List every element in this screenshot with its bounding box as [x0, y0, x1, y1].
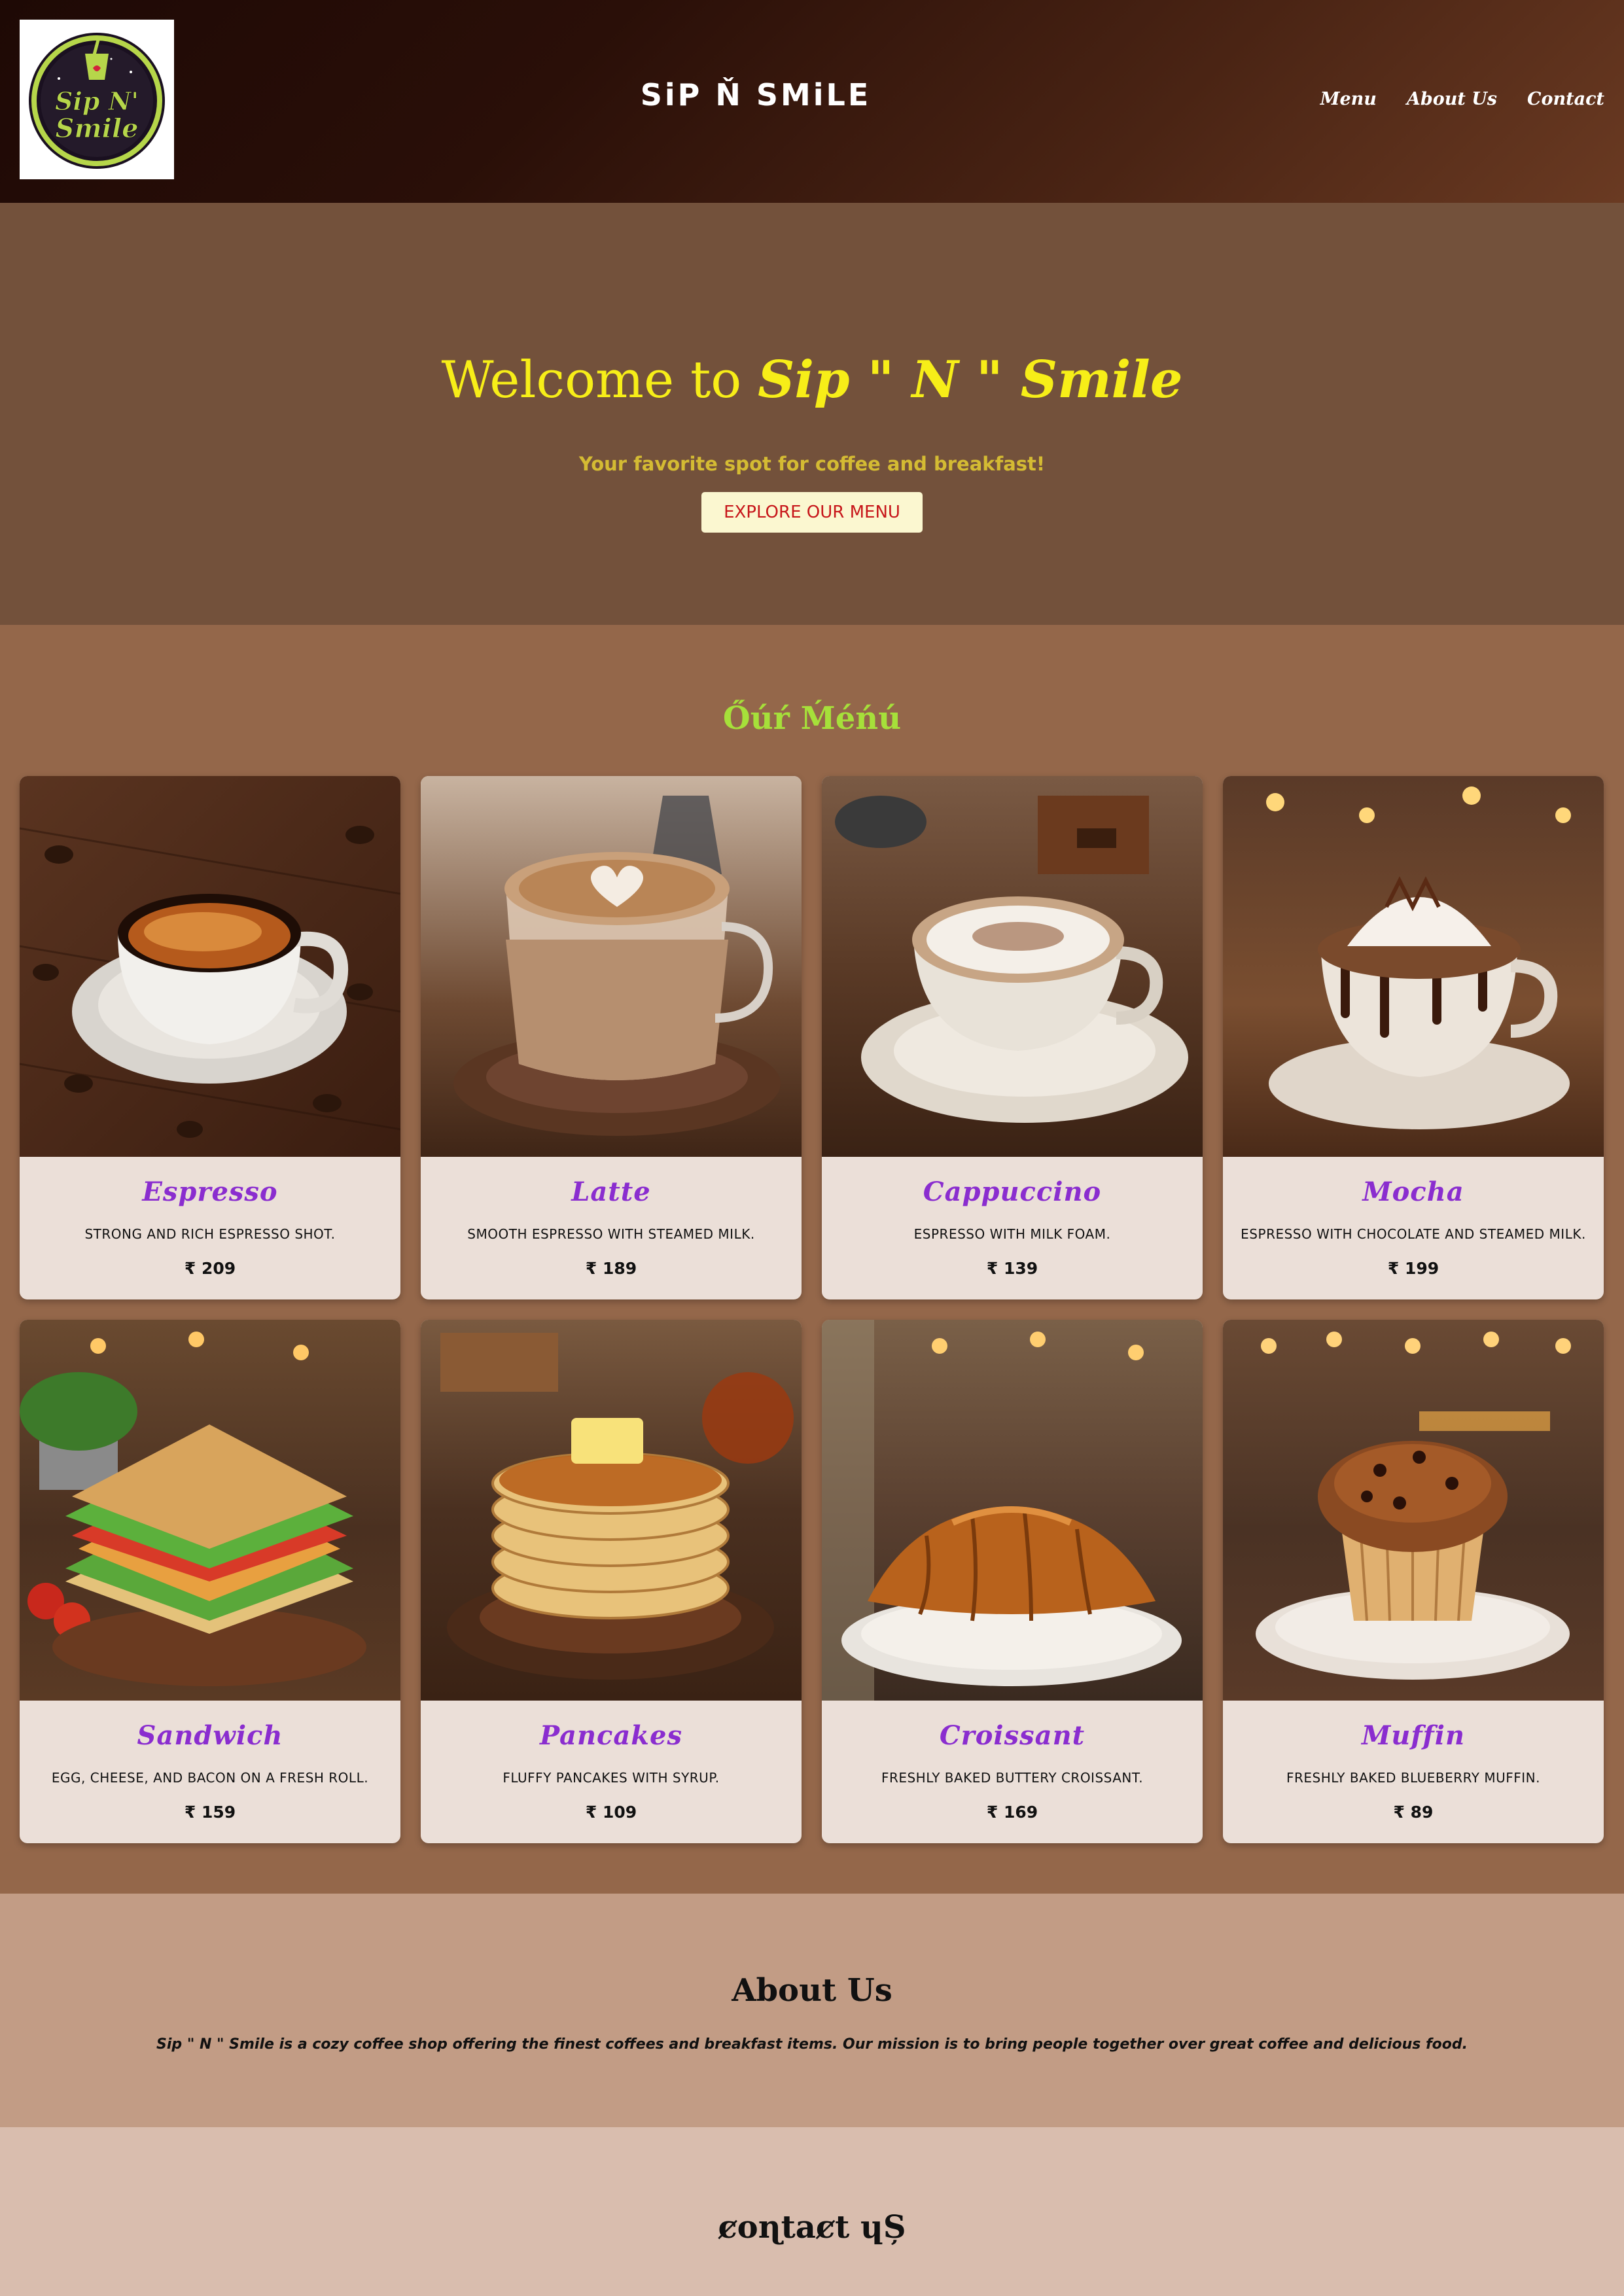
- item-description: Egg, cheese, and bacon on a fresh roll.: [51, 1770, 369, 1786]
- latte-photo: [421, 776, 802, 1157]
- menu-card-croissant[interactable]: Croissant Freshly baked buttery croissan…: [822, 1320, 1203, 1843]
- item-price: ₹ 139: [986, 1259, 1038, 1278]
- nav-contact-link[interactable]: Contact: [1527, 89, 1604, 109]
- menu-card-mocha[interactable]: Mocha Espresso with chocolate and steame…: [1223, 776, 1604, 1299]
- hero-title-brand: Sip " N " Smile: [758, 350, 1183, 410]
- main-nav: Menu About Us Contact: [1320, 89, 1604, 109]
- hero-title-prefix: Welcome to: [441, 351, 758, 410]
- item-price: ₹ 159: [184, 1803, 236, 1822]
- item-name: Muffin: [1361, 1720, 1466, 1751]
- hero-title: Welcome to Sip " N " Smile: [0, 350, 1624, 410]
- contact-heading: ȼoɳtaȼt ɥȘ: [718, 2209, 906, 2246]
- item-name: Espresso: [142, 1176, 278, 1207]
- item-price: ₹ 89: [1393, 1803, 1434, 1822]
- item-description: Espresso with chocolate and steamed milk…: [1241, 1226, 1586, 1242]
- menu-card-latte[interactable]: Latte Smooth espresso with steamed milk.…: [421, 776, 802, 1299]
- about-text: Sip " N " Smile is a cozy coffee shop of…: [156, 2036, 1468, 2053]
- item-description: Freshly baked blueberry muffin.: [1286, 1770, 1540, 1786]
- menu-card-cappuccino[interactable]: Cappuccino Espresso with milk foam. ₹ 13…: [822, 776, 1203, 1299]
- item-description: Smooth espresso with steamed milk.: [467, 1226, 755, 1242]
- item-price: ₹ 189: [585, 1259, 637, 1278]
- about-section: About Us Sip " N " Smile is a cozy coffe…: [0, 1894, 1624, 2127]
- nav-about-link[interactable]: About Us: [1407, 89, 1497, 109]
- menu-grid: Espresso Strong and rich espresso shot. …: [20, 776, 1604, 1843]
- menu-card-muffin[interactable]: Muffin Freshly baked blueberry muffin. ₹…: [1223, 1320, 1604, 1843]
- menu-card-pancakes[interactable]: Pancakes Fluffy pancakes with syrup. ₹ 1…: [421, 1320, 802, 1843]
- sandwich-photo: [20, 1320, 400, 1701]
- pancakes-photo: [421, 1320, 802, 1701]
- item-name: Cappuccino: [923, 1176, 1102, 1207]
- nav-menu-link[interactable]: Menu: [1320, 89, 1377, 109]
- menu-card-espresso[interactable]: Espresso Strong and rich espresso shot. …: [20, 776, 400, 1299]
- item-description: Freshly baked buttery croissant.: [881, 1770, 1144, 1786]
- menu-section: Őúŕ Ḿéńú Espresso Strong and rich espres…: [0, 625, 1624, 1894]
- menu-heading: Őúŕ Ḿéńú: [722, 700, 902, 737]
- item-name: Mocha: [1362, 1176, 1464, 1207]
- item-name: Sandwich: [137, 1720, 283, 1751]
- hero-tagline: Your favorite spot for coffee and breakf…: [578, 453, 1046, 475]
- brand-name: SiP Ň SMiLE: [640, 77, 872, 113]
- hero-section: Welcome to Sip " N " Smile Your favorite…: [0, 203, 1624, 625]
- item-name: Pancakes: [540, 1720, 682, 1751]
- item-price: ₹ 109: [585, 1803, 637, 1822]
- cappuccino-photo: [822, 776, 1203, 1157]
- item-name: Latte: [571, 1176, 651, 1207]
- item-description: Fluffy pancakes with syrup.: [503, 1770, 720, 1786]
- muffin-photo: [1223, 1320, 1604, 1701]
- explore-menu-button[interactable]: EXPLORE OUR MENU: [701, 492, 923, 533]
- item-description: Strong and rich espresso shot.: [84, 1226, 336, 1242]
- site-header: Sip N' Smile SiP Ň SMiLE Menu About Us C…: [0, 0, 1624, 203]
- item-price: ₹ 199: [1387, 1259, 1439, 1278]
- espresso-photo: [20, 776, 400, 1157]
- menu-card-sandwich[interactable]: Sandwich Egg, cheese, and bacon on a fre…: [20, 1320, 400, 1843]
- item-price: ₹ 209: [184, 1259, 236, 1278]
- about-heading: About Us: [732, 1972, 892, 2009]
- item-price: ₹ 169: [986, 1803, 1038, 1822]
- item-description: Espresso with milk foam.: [913, 1226, 1111, 1242]
- item-name: Croissant: [939, 1720, 1086, 1751]
- mocha-photo: [1223, 776, 1604, 1157]
- croissant-photo: [822, 1320, 1203, 1701]
- contact-section: ȼoɳtaȼt ɥȘ: [0, 2127, 1624, 2293]
- svg-text:Smile: Smile: [55, 113, 138, 144]
